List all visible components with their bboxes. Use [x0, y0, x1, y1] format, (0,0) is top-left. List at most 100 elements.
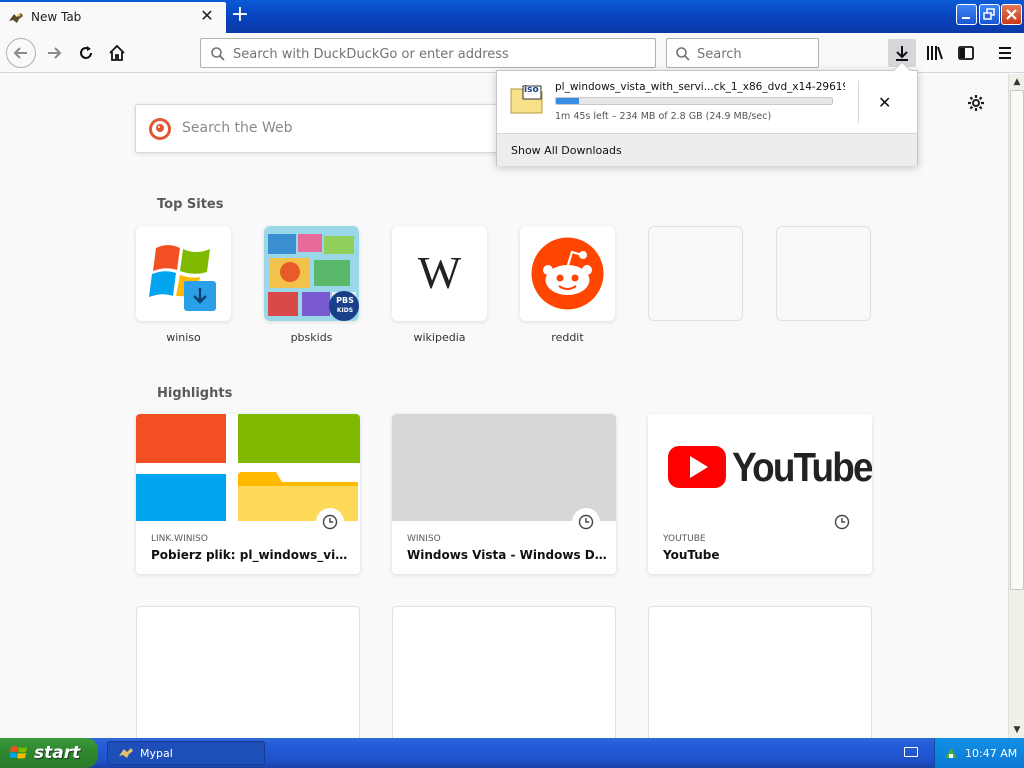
clock: 10:47 AM [965, 746, 1018, 760]
taskbar-item-mypal[interactable]: Mypal [107, 741, 265, 765]
top-site-label: pbskids [290, 331, 333, 344]
youtube-wordmark: YouTube [732, 444, 872, 490]
forward-button[interactable] [40, 39, 68, 67]
network-icon[interactable] [943, 745, 959, 761]
hamburger-menu-icon [999, 47, 1011, 59]
mypal-icon [119, 748, 133, 758]
top-sites-heading: Top Sites [157, 197, 224, 212]
restore-icon [983, 8, 995, 20]
highlight-card[interactable]: LINK.WINISO Pobierz plik: pl_windows_vis… [136, 414, 360, 574]
download-arrow-icon [896, 46, 908, 61]
minimize-button[interactable] [956, 4, 977, 25]
back-arrow-icon [13, 47, 27, 59]
winiso-thumbnail [136, 226, 231, 321]
close-window-button[interactable] [1001, 4, 1022, 25]
tab-close-button[interactable]: ✕ [199, 8, 215, 24]
top-site-reddit[interactable]: reddit [520, 226, 615, 344]
cancel-download-button[interactable]: ✕ [878, 93, 891, 112]
reload-icon [80, 46, 92, 59]
search-icon [211, 47, 225, 61]
highlight-source: WINISO [407, 534, 441, 544]
settings-gear-icon[interactable] [967, 94, 985, 117]
reddit-logo-icon [531, 237, 604, 310]
search-bar[interactable] [666, 38, 819, 68]
url-input[interactable] [233, 45, 643, 63]
iso-file-icon: iso [510, 84, 543, 114]
reload-button[interactable] [72, 39, 100, 67]
url-bar[interactable] [200, 38, 656, 68]
highlight-image [392, 414, 616, 521]
title-bar: New Tab ✕ + [0, 0, 1024, 33]
download-file-name[interactable]: pl_windows_vista_with_servi...ck_1_x86_d… [555, 81, 845, 93]
download-progress-bar [555, 97, 833, 105]
duckduckgo-icon [149, 118, 171, 140]
show-all-downloads-button[interactable]: Show All Downloads [497, 133, 917, 166]
top-site-label: wikipedia [413, 331, 466, 344]
tab-new-tab[interactable]: New Tab ✕ [0, 2, 226, 33]
sidebar-icon [958, 46, 974, 60]
nav-toolbar [0, 33, 1024, 73]
home-icon [109, 44, 125, 61]
forward-arrow-icon [48, 47, 62, 59]
show-all-downloads-label: Show All Downloads [511, 144, 622, 157]
wikipedia-logo: W [417, 247, 462, 298]
top-site-wikipedia[interactable]: W wikipedia [392, 226, 487, 344]
library-icon [927, 46, 943, 60]
top-site-empty[interactable] [776, 226, 871, 321]
search-icon [676, 47, 690, 61]
download-status: 1m 45s left – 234 MB of 2.8 GB (24.9 MB/… [555, 111, 772, 122]
highlight-title: Windows Vista - Windows Deskt... [407, 548, 607, 562]
top-site-winiso[interactable]: winiso [136, 226, 231, 344]
start-label: start [34, 743, 81, 763]
youtube-logo: YouTube [648, 414, 872, 521]
pbskids-thumbnail: PBS KIDS [264, 226, 359, 321]
divider [858, 81, 859, 123]
highlight-image [136, 414, 360, 521]
iso-label: iso [524, 85, 539, 95]
minimize-icon [962, 17, 970, 19]
highlight-card[interactable]: WINISO Windows Vista - Windows Deskt... [392, 414, 616, 574]
windows-logo-icon [149, 245, 216, 311]
empty-tile [776, 226, 871, 321]
library-button[interactable] [921, 39, 949, 67]
reddit-thumbnail [520, 226, 615, 321]
restore-button[interactable] [979, 4, 1000, 25]
download-progress-fill [556, 98, 579, 104]
system-tray: 10:47 AM [934, 738, 1024, 768]
back-button[interactable] [6, 38, 36, 68]
empty-tile [648, 226, 743, 321]
menu-button[interactable] [991, 39, 1019, 67]
taskbar-item-label: Mypal [140, 746, 173, 760]
windows-flag-icon [10, 746, 27, 759]
start-button[interactable]: start [0, 738, 98, 768]
highlight-source: YOUTUBE [663, 534, 706, 544]
tab-title: New Tab [31, 10, 82, 24]
highlight-title: Pobierz plik: pl_windows_vista_w... [151, 548, 351, 562]
new-tab-button[interactable]: + [229, 4, 251, 27]
top-site-pbskids[interactable]: PBS KIDS pbskids [264, 226, 359, 344]
top-site-label: reddit [551, 331, 584, 344]
highlight-title: YouTube [663, 548, 720, 562]
highlight-source: LINK.WINISO [151, 534, 208, 544]
scroll-up-arrow-icon[interactable]: ▲ [1009, 74, 1024, 90]
close-icon [1006, 9, 1017, 20]
scroll-thumb[interactable] [1010, 90, 1024, 590]
highlight-card[interactable]: YouTube YOUTUBE YouTube [648, 414, 872, 574]
top-site-empty[interactable] [648, 226, 743, 321]
vertical-scrollbar[interactable]: ▲ ▼ [1008, 74, 1024, 738]
sidebar-button[interactable] [952, 39, 980, 67]
taskbar: start Mypal 10:47 AM [0, 738, 1024, 768]
search-input[interactable] [697, 45, 812, 63]
web-search-placeholder: Search the Web [182, 120, 293, 136]
web-search-box[interactable]: Search the Web [135, 104, 515, 153]
wikipedia-thumbnail: W [392, 226, 487, 321]
clock-icon [572, 508, 600, 536]
pbs-kids-badge: PBS KIDS [336, 296, 354, 314]
keyboard-icon[interactable] [904, 747, 918, 757]
scroll-down-arrow-icon[interactable]: ▼ [1009, 722, 1024, 738]
home-button[interactable] [103, 39, 131, 67]
downloads-panel: iso pl_windows_vista_with_servi...ck_1_x… [496, 61, 918, 166]
new-tab-page: Search the Web Top Sites winiso PBS KIDS… [0, 74, 1008, 738]
empty-highlight-card [392, 606, 616, 738]
empty-highlight-card [136, 606, 360, 738]
